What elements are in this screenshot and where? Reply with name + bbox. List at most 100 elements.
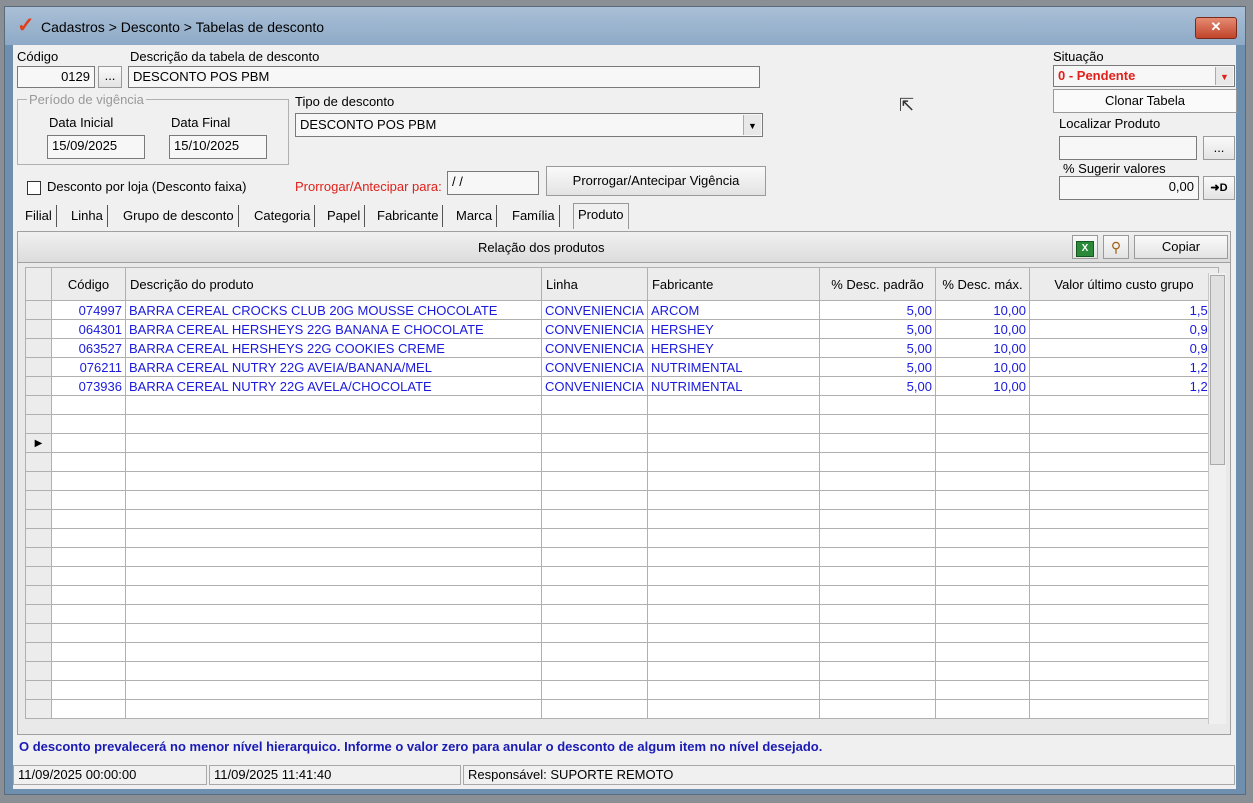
empty-cell[interactable] [541, 642, 648, 662]
empty-cell[interactable] [646, 433, 820, 453]
empty-cell[interactable] [125, 547, 542, 567]
empty-cell[interactable] [125, 414, 542, 434]
empty-cell[interactable] [125, 680, 542, 700]
col-header-descricao[interactable]: Descrição do produto [125, 267, 542, 301]
excel-export-button[interactable]: X [1072, 235, 1098, 259]
empty-cell[interactable] [541, 585, 648, 605]
empty-cell[interactable] [1028, 433, 1219, 453]
tab-categoria[interactable]: Categoria [250, 205, 316, 227]
empty-cell[interactable] [125, 623, 542, 643]
data-final-field[interactable]: 15/10/2025 [169, 135, 267, 159]
empty-cell[interactable] [646, 528, 820, 548]
empty-cell[interactable] [51, 585, 126, 605]
empty-cell[interactable] [818, 623, 936, 643]
empty-row[interactable] [25, 699, 1219, 719]
prorrogar-vigencia-button[interactable]: Prorrogar/Antecipar Vigência [546, 166, 766, 196]
cell-codigo[interactable]: 063527 [51, 338, 126, 358]
empty-cell[interactable] [541, 509, 648, 529]
empty-cell[interactable] [818, 471, 936, 491]
row-indicator[interactable] [25, 604, 52, 624]
cell-descricao[interactable]: BARRA CEREAL NUTRY 22G AVELA/CHOCOLATE [125, 376, 542, 396]
aplicar-sugestao-button[interactable]: ➜D [1203, 176, 1235, 200]
descricao-field[interactable]: DESCONTO POS PBM [128, 66, 760, 88]
table-row[interactable]: 064301 BARRA CEREAL HERSHEYS 22G BANANA E… [25, 319, 1219, 339]
col-header-fabricante[interactable]: Fabricante [646, 267, 820, 301]
tipo-desconto-select[interactable]: DESCONTO POS PBM ▼ [295, 113, 763, 137]
empty-cell[interactable] [934, 395, 1030, 415]
empty-cell[interactable] [541, 471, 648, 491]
empty-cell[interactable] [541, 604, 648, 624]
empty-cell[interactable] [1028, 509, 1219, 529]
empty-cell[interactable] [818, 528, 936, 548]
empty-cell[interactable] [818, 509, 936, 529]
empty-cell[interactable] [646, 642, 820, 662]
empty-cell[interactable] [646, 585, 820, 605]
sugerir-valores-input[interactable]: 0,00 [1059, 176, 1199, 200]
clonar-tabela-button[interactable]: Clonar Tabela [1053, 89, 1237, 113]
empty-cell[interactable] [541, 547, 648, 567]
empty-row[interactable] [25, 661, 1219, 681]
empty-cell[interactable] [125, 471, 542, 491]
empty-cell[interactable] [125, 528, 542, 548]
empty-row[interactable] [25, 471, 1219, 491]
col-header-codigo[interactable]: Código [51, 267, 126, 301]
empty-cell[interactable] [818, 661, 936, 681]
empty-cell[interactable] [1028, 471, 1219, 491]
empty-cell[interactable] [818, 699, 936, 719]
cell-desc-padrao[interactable]: 5,00 [818, 338, 936, 358]
tab-linha[interactable]: Linha [67, 205, 108, 227]
cell-valor-custo[interactable]: 1,26 [1028, 376, 1219, 396]
empty-cell[interactable] [51, 604, 126, 624]
empty-cell[interactable] [51, 395, 126, 415]
empty-cell[interactable] [1028, 642, 1219, 662]
empty-cell[interactable] [934, 547, 1030, 567]
empty-row[interactable]: ▶ [25, 433, 1219, 453]
row-indicator[interactable] [25, 585, 52, 605]
cell-descricao[interactable]: BARRA CEREAL HERSHEYS 22G BANANA E CHOCO… [125, 319, 542, 339]
cell-descricao[interactable]: BARRA CEREAL NUTRY 22G AVEIA/BANANA/MEL [125, 357, 542, 377]
empty-cell[interactable] [818, 547, 936, 567]
cell-desc-padrao[interactable]: 5,00 [818, 319, 936, 339]
empty-cell[interactable] [51, 547, 126, 567]
empty-cell[interactable] [125, 642, 542, 662]
empty-cell[interactable] [934, 528, 1030, 548]
empty-cell[interactable] [646, 699, 820, 719]
col-header-linha[interactable]: Linha [541, 267, 648, 301]
empty-cell[interactable] [541, 452, 648, 472]
empty-cell[interactable] [646, 471, 820, 491]
cell-descricao[interactable]: BARRA CEREAL CROCKS CLUB 20G MOUSSE CHOC… [125, 300, 542, 320]
row-indicator[interactable] [25, 642, 52, 662]
col-header-desc-max[interactable]: % Desc. máx. [934, 267, 1030, 301]
empty-cell[interactable] [51, 433, 126, 453]
cell-codigo[interactable]: 076211 [51, 357, 126, 377]
cell-valor-custo[interactable]: 0,94 [1028, 338, 1219, 358]
table-row[interactable]: 076211 BARRA CEREAL NUTRY 22G AVEIA/BANAN… [25, 357, 1219, 377]
localizar-produto-input[interactable] [1059, 136, 1197, 160]
empty-cell[interactable] [818, 395, 936, 415]
empty-cell[interactable] [541, 566, 648, 586]
cell-linha[interactable]: CONVENIENCIA [541, 376, 648, 396]
empty-cell[interactable] [646, 395, 820, 415]
empty-cell[interactable] [51, 509, 126, 529]
empty-row[interactable] [25, 528, 1219, 548]
chevron-down-icon[interactable]: ▼ [1215, 67, 1233, 85]
empty-cell[interactable] [1028, 680, 1219, 700]
empty-cell[interactable] [646, 452, 820, 472]
empty-row[interactable] [25, 680, 1219, 700]
empty-cell[interactable] [934, 414, 1030, 434]
empty-cell[interactable] [934, 433, 1030, 453]
cell-codigo[interactable]: 073936 [51, 376, 126, 396]
empty-cell[interactable] [646, 604, 820, 624]
cell-desc-max[interactable]: 10,00 [934, 357, 1030, 377]
empty-cell[interactable] [541, 623, 648, 643]
table-row[interactable]: 074997 BARRA CEREAL CROCKS CLUB 20G MOUSS… [25, 300, 1219, 320]
empty-row[interactable] [25, 585, 1219, 605]
empty-row[interactable] [25, 490, 1219, 510]
row-indicator[interactable] [25, 300, 52, 320]
empty-cell[interactable] [818, 680, 936, 700]
empty-row[interactable] [25, 414, 1219, 434]
empty-cell[interactable] [646, 490, 820, 510]
cell-codigo[interactable]: 074997 [51, 300, 126, 320]
cell-valor-custo[interactable]: 1,55 [1028, 300, 1219, 320]
cell-fabricante[interactable]: ARCOM [646, 300, 820, 320]
